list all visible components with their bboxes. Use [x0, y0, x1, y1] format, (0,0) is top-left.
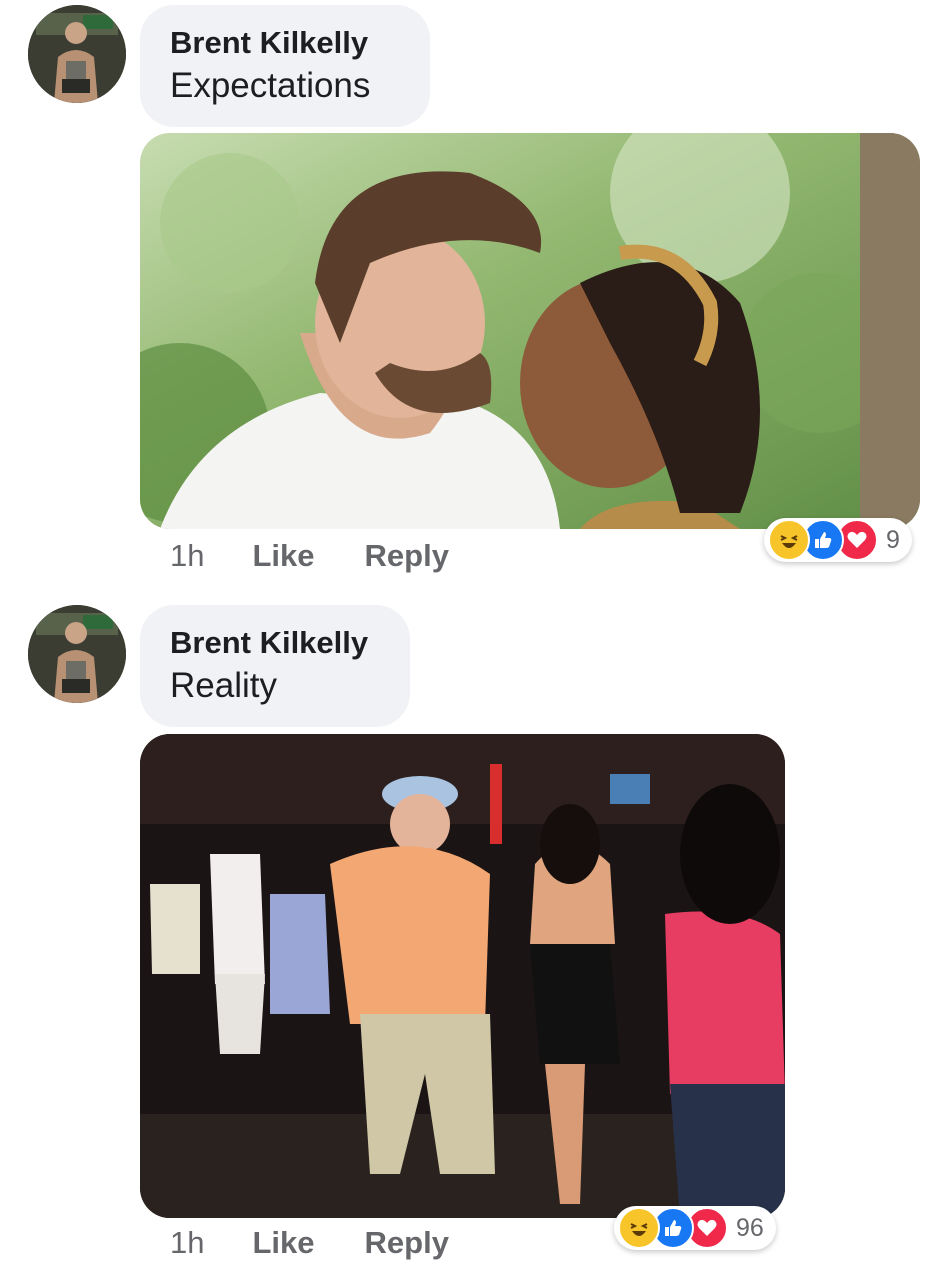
comment-bubble: Brent Kilkelly Reality — [140, 605, 410, 727]
reactions-summary[interactable]: 9 — [764, 518, 912, 562]
like-button[interactable]: Like — [252, 538, 314, 574]
comment-text: Reality — [170, 666, 277, 705]
reaction-count: 96 — [736, 1213, 764, 1242]
reaction-count: 9 — [886, 525, 900, 554]
reactions-summary[interactable]: 96 — [614, 1206, 776, 1250]
comment-actions: 1h Like Reply — [170, 534, 499, 578]
avatar[interactable] — [28, 605, 126, 703]
comment-timestamp[interactable]: 1h — [170, 538, 204, 574]
comment-photo[interactable] — [140, 734, 785, 1218]
comment-timestamp[interactable]: 1h — [170, 1225, 204, 1261]
reply-button[interactable]: Reply — [365, 538, 449, 574]
like-button[interactable]: Like — [252, 1225, 314, 1261]
comment-thread: Brent Kilkelly Expectations 1h Like Repl… — [0, 0, 949, 1280]
comment-author[interactable]: Brent Kilkelly — [170, 623, 380, 663]
haha-icon — [618, 1207, 660, 1249]
comment-author[interactable]: Brent Kilkelly — [170, 23, 400, 63]
haha-icon — [768, 519, 810, 561]
avatar-photo — [28, 605, 126, 703]
comment-photo[interactable] — [140, 133, 920, 529]
avatar[interactable] — [28, 5, 126, 103]
reply-button[interactable]: Reply — [365, 1225, 449, 1261]
couple-photo — [140, 133, 920, 529]
avatar-photo — [28, 5, 126, 103]
comment-bubble: Brent Kilkelly Expectations — [140, 5, 430, 127]
comment-actions: 1h Like Reply — [170, 1221, 499, 1265]
street-photo — [140, 734, 785, 1218]
comment-text: Expectations — [170, 66, 371, 105]
